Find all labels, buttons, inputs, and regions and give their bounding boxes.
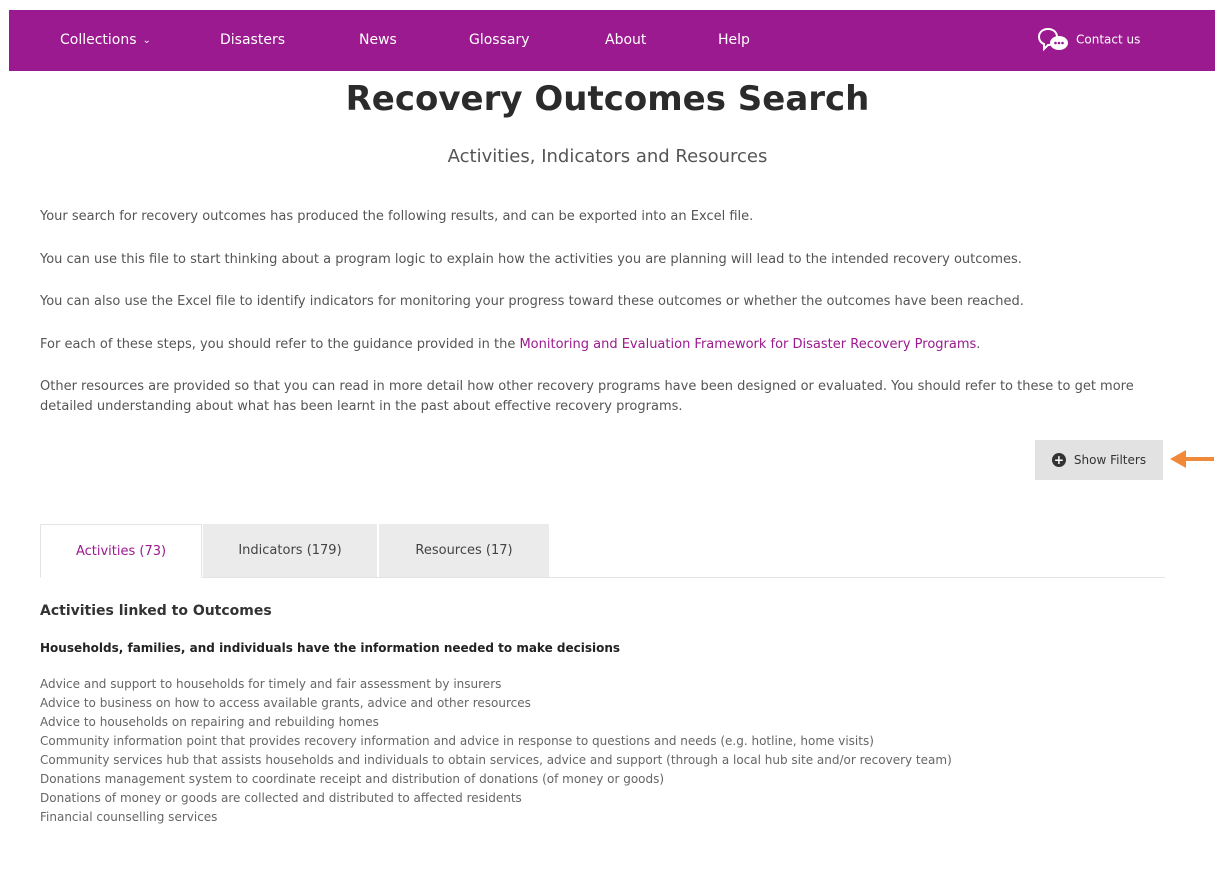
me-framework-link[interactable]: Monitoring and Evaluation Framework for …: [519, 337, 976, 352]
outcome-heading: Households, families, and individuals ha…: [40, 641, 621, 655]
list-item: Advice to households on repairing and re…: [40, 715, 379, 729]
page-title: Recovery Outcomes Search: [345, 79, 870, 119]
contact-us-link[interactable]: Contact us: [1036, 27, 1140, 53]
top-navbar: Collections ⌄ Disasters News Glossary Abo…: [9, 10, 1215, 71]
list-item: Donations management system to coordinat…: [40, 772, 665, 786]
tab-resources[interactable]: Resources (17): [379, 524, 549, 577]
nav-disasters[interactable]: Disasters: [220, 31, 285, 49]
intro-paragraph-2: You can use this file to start thinking …: [40, 252, 1022, 267]
intro-p4-text: For each of these steps, you should refe…: [40, 337, 520, 352]
tab-indicators[interactable]: Indicators (179): [203, 524, 377, 577]
intro-paragraph-4: For each of these steps, you should refe…: [40, 335, 1170, 355]
list-item: Advice and support to households for tim…: [40, 677, 502, 691]
page-subtitle: Activities, Indicators and Resources: [447, 146, 768, 167]
nav-collections[interactable]: Collections ⌄: [60, 31, 151, 50]
intro-p4-end: .: [976, 337, 981, 352]
nav-help[interactable]: Help: [718, 31, 750, 49]
nav-glossary[interactable]: Glossary: [469, 31, 530, 49]
nav-about[interactable]: About: [605, 31, 646, 49]
annotation-arrow-icon: [1170, 450, 1214, 468]
contact-us-label: Contact us: [1076, 32, 1141, 47]
list-item: Advice to business on how to access avai…: [40, 696, 531, 710]
intro-paragraph-5: Other resources are provided so that you…: [40, 379, 1134, 414]
plus-circle-icon: +: [1051, 453, 1066, 467]
list-item: Community services hub that assists hous…: [40, 753, 952, 767]
activity-list: Advice and support to households for tim…: [40, 675, 952, 827]
chevron-down-icon: ⌄: [142, 35, 151, 46]
intro-paragraph-1: Your search for recovery outcomes has pr…: [40, 209, 754, 224]
list-item: Community information point that provide…: [40, 734, 874, 748]
list-item: Donations of money or goods are collecte…: [40, 791, 522, 805]
section-heading: Activities linked to Outcomes: [40, 603, 272, 619]
results-tabs: Activities (73) Indicators (179) Resourc…: [40, 524, 1165, 578]
nav-news[interactable]: News: [359, 31, 397, 49]
chat-bubbles-icon: [1037, 27, 1068, 52]
list-item: Financial counselling services: [40, 810, 218, 824]
show-filters-button[interactable]: + Show Filters: [1035, 440, 1163, 480]
intro-paragraph-3: You can also use the Excel file to ident…: [40, 294, 1024, 309]
nav-collections-label: Collections: [60, 32, 137, 48]
show-filters-label: Show Filters: [1073, 453, 1147, 467]
tab-activities[interactable]: Activities (73): [40, 524, 202, 578]
